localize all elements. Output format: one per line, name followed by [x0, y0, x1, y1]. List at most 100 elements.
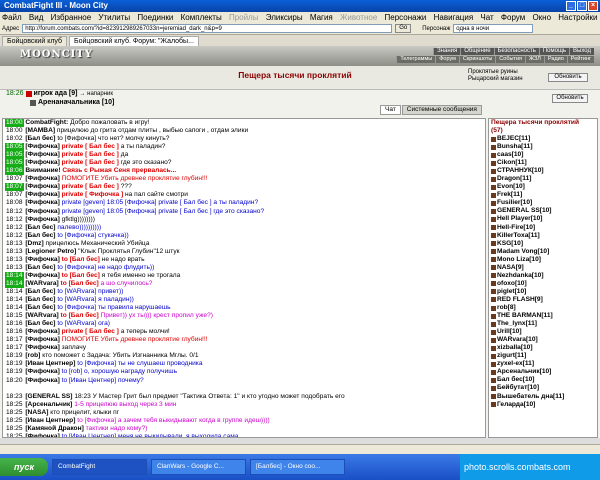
- menu-settings[interactable]: Настройки: [558, 13, 597, 22]
- player-name[interactable]: Бал бес[10]: [497, 376, 534, 384]
- player-item[interactable]: THE BARMAN[11]: [489, 312, 597, 320]
- location-refresh-button[interactable]: Обновить: [548, 73, 588, 82]
- chat-author[interactable]: [Фифочка]: [25, 191, 59, 198]
- chat-author[interactable]: [Фифочка]: [25, 336, 59, 343]
- chat-author[interactable]: [Иван Центнер]: [25, 417, 75, 424]
- menu-window[interactable]: Окно: [532, 13, 551, 22]
- chat-author[interactable]: [Фифочка]: [25, 208, 59, 215]
- player-item[interactable]: Вышебатель дна[11]: [489, 393, 597, 401]
- chat-author[interactable]: [Бал бес]: [25, 296, 55, 303]
- player-item[interactable]: Бейбутат[10]: [489, 384, 597, 392]
- menu-utilities[interactable]: Утилиты: [98, 13, 130, 22]
- player-item[interactable]: ВЕJЕС[11]: [489, 135, 597, 143]
- menu-characters[interactable]: Персонажи: [385, 13, 427, 22]
- player-item[interactable]: Геларда[10]: [489, 401, 597, 409]
- menu-stuff[interactable]: Пройлы: [229, 13, 259, 22]
- chat-author[interactable]: [Фифочка]: [25, 143, 59, 150]
- chat-author[interactable]: [Бал бес]: [25, 304, 55, 311]
- fight-icon[interactable]: [30, 99, 36, 106]
- chat-author[interactable]: [WARvara]: [25, 280, 58, 287]
- player-item[interactable]: Hell-Fire[10]: [489, 224, 597, 232]
- player-name[interactable]: Evon[10]: [497, 183, 525, 191]
- player-item[interactable]: ofoxo[10]: [489, 280, 597, 288]
- player-item[interactable]: Evon[10]: [489, 183, 597, 191]
- player-item[interactable]: caas[10]: [489, 151, 597, 159]
- menu-kits[interactable]: Комплекты: [181, 13, 222, 22]
- player-name[interactable]: zigurt[11]: [497, 352, 526, 360]
- browser-tab-club[interactable]: Бойцовский клуб: [2, 36, 68, 46]
- player-item[interactable]: GENERAL SS[10]: [489, 207, 597, 215]
- chat-private-target[interactable]: to [Бал бес]: [62, 272, 100, 279]
- go-button[interactable]: Go: [395, 24, 412, 33]
- chat-author[interactable]: [Фифочка]: [25, 256, 59, 263]
- chat-author[interactable]: [Фифочка]: [25, 368, 59, 375]
- player-name[interactable]: Бейбутат[10]: [497, 384, 539, 392]
- task-combatfight[interactable]: CombatFight: [52, 459, 147, 475]
- player-name[interactable]: caas[10]: [497, 151, 523, 159]
- menu-pet[interactable]: Животное: [340, 13, 377, 22]
- chat-author[interactable]: [Фифочка]: [25, 344, 59, 351]
- menu-forum[interactable]: Форум: [501, 13, 525, 22]
- chat-author[interactable]: [Фифочка]: [25, 199, 59, 206]
- nav-rating[interactable]: Рейтинг: [566, 56, 594, 63]
- player-name[interactable]: zyxel-ex[11]: [497, 360, 534, 368]
- player-name[interactable]: rob[8]: [497, 304, 516, 312]
- player-name[interactable]: Mono Liza[10]: [497, 256, 541, 264]
- player-name[interactable]: Hell Player[10]: [497, 215, 542, 223]
- player-name[interactable]: KSG[10]: [497, 240, 523, 248]
- chat-author[interactable]: [Фифочка]: [25, 377, 59, 384]
- chat-private-target[interactable]: private [ Бал бес ]: [62, 159, 119, 166]
- player-name[interactable]: ВЕJЕС[11]: [497, 135, 530, 143]
- chat-private-target[interactable]: private [ Бал бес ]: [62, 151, 119, 158]
- browser-tab-forum[interactable]: Бойцовский клуб. Форум: "Жалобы...: [69, 36, 199, 46]
- chat-private-target[interactable]: private [ Бал бес ]: [62, 143, 119, 150]
- chat-author[interactable]: [Бал бес]: [25, 288, 55, 295]
- chat-author[interactable]: [Иван Центнер]: [25, 360, 75, 367]
- nav-telegrams[interactable]: Телеграммы: [396, 56, 436, 63]
- player-name[interactable]: RED FLASH[9]: [497, 296, 543, 304]
- player-item[interactable]: RED FLASH[9]: [489, 296, 597, 304]
- chat-private-target[interactable]: to [Бал бес]: [62, 256, 100, 263]
- nav-exit[interactable]: Выход: [569, 48, 594, 55]
- persona-select[interactable]: одна в ночи: [453, 24, 534, 33]
- chat-author[interactable]: [Dmz]: [25, 240, 43, 247]
- player-item[interactable]: Бал бес[10]: [489, 376, 597, 384]
- player-name[interactable]: KillerToxa[11]: [497, 232, 540, 240]
- player-name[interactable]: WARvara[10]: [497, 336, 538, 344]
- chat-private-target[interactable]: to [Бал бес]: [61, 280, 99, 287]
- chat-private-target[interactable]: private [ Бал бес ]: [62, 183, 119, 190]
- player-item[interactable]: СТРАННУК[10]: [489, 167, 597, 175]
- chat-author[interactable]: [NASA]: [25, 409, 48, 416]
- player-name[interactable]: Frek[11]: [497, 191, 522, 199]
- player-item[interactable]: Cikon[11]: [489, 159, 597, 167]
- chat-author[interactable]: [Legioner Petro]: [25, 248, 76, 255]
- nav-security[interactable]: Безопасность: [493, 48, 539, 55]
- maximize-icon[interactable]: □: [577, 1, 587, 11]
- player-name[interactable]: Dragon[11]: [497, 175, 531, 183]
- minimize-icon[interactable]: _: [566, 1, 576, 11]
- chat-log[interactable]: 18:00 CombatFight: Добро пожаловать в иг…: [2, 118, 486, 438]
- chat-author[interactable]: [WARvara]: [25, 312, 58, 319]
- nav-help[interactable]: Помощь: [538, 48, 570, 55]
- chat-author[interactable]: [Камяной Дракон]: [25, 425, 83, 432]
- player-item[interactable]: Mono Liza[10]: [489, 256, 597, 264]
- player-name[interactable]: Арсенальчик[10]: [497, 368, 551, 376]
- nav-zhzl[interactable]: ЖЗЛ: [525, 56, 544, 63]
- player-item[interactable]: piglet[10]: [489, 288, 597, 296]
- player-item[interactable]: NASA[9]: [489, 264, 597, 272]
- player-name[interactable]: Fusilier[10]: [497, 199, 532, 207]
- player-name[interactable]: xizballa[10]: [497, 344, 533, 352]
- chat-author[interactable]: [rob]: [25, 352, 40, 359]
- player-name[interactable]: NASA[9]: [497, 264, 524, 272]
- chat-private-target[interactable]: to [Бал бес]: [61, 312, 99, 319]
- chat-author[interactable]: [Бал бес]: [25, 135, 55, 142]
- player-name[interactable]: СТРАННУК[10]: [497, 167, 544, 175]
- player-item[interactable]: zyxel-ex[11]: [489, 360, 597, 368]
- player-name[interactable]: Hell-Fire[10]: [497, 224, 535, 232]
- player-item[interactable]: Fusilier[10]: [489, 199, 597, 207]
- loc-link-shop[interactable]: Рыцарский магазин: [468, 76, 523, 83]
- chat-private-target[interactable]: private [ Бал бес ]: [62, 328, 119, 335]
- player-item[interactable]: KSG[10]: [489, 240, 597, 248]
- chat-private-target[interactable]: private [ Фифочка ]: [62, 191, 124, 198]
- nav-social[interactable]: Общение: [460, 48, 494, 55]
